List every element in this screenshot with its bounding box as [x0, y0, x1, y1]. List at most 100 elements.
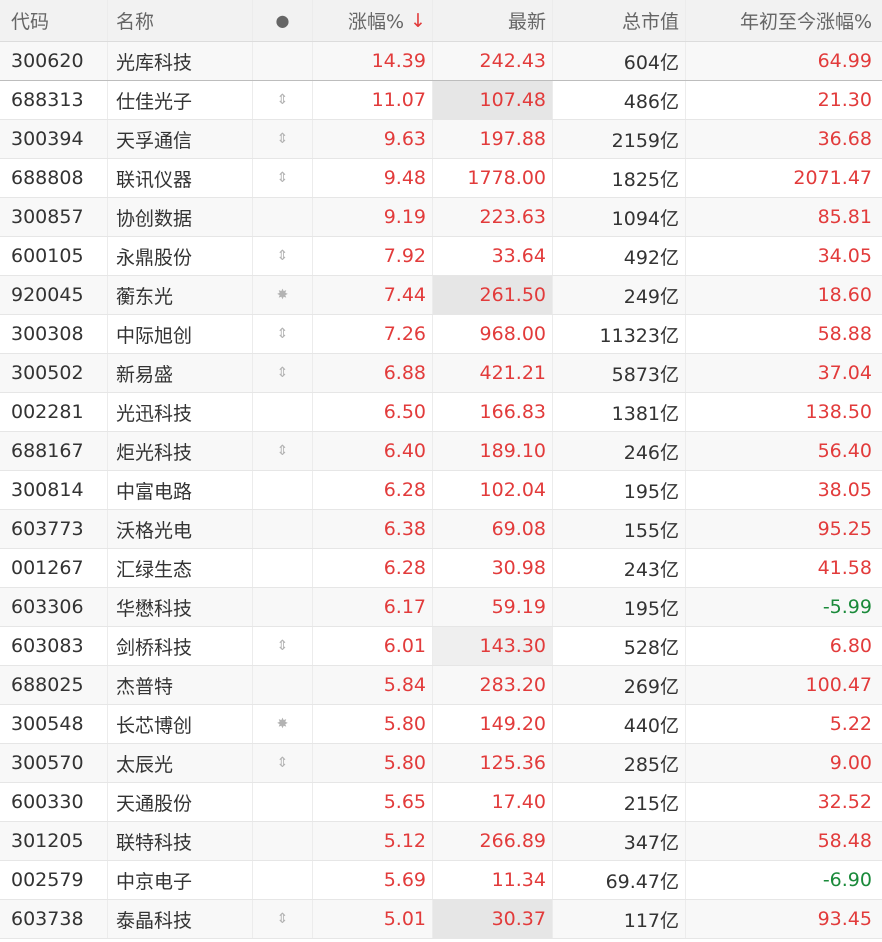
header-ytd[interactable]: 年初至今涨幅% — [686, 0, 882, 41]
change-pct: 6.88 — [383, 362, 426, 384]
stock-name: 长芯博创 — [116, 714, 193, 737]
last-price-cell: 33.64 — [433, 237, 553, 275]
ytd-change: 34.05 — [817, 245, 872, 267]
last-price: 421.21 — [479, 362, 546, 384]
table-row[interactable]: 603738 泰晶科技 ⇕ 5.01 30.37 117亿 93.45 — [0, 900, 882, 939]
last-price: 223.63 — [479, 206, 546, 228]
table-row[interactable]: 301205 联特科技 5.12 266.89 347亿 58.48 — [0, 822, 882, 861]
stock-code-cell: 300620 — [0, 42, 108, 80]
ytd-change: -5.99 — [822, 596, 872, 618]
market-cap-cell: 249亿 — [553, 276, 686, 314]
table-row[interactable]: 300857 协创数据 9.19 223.63 1094亿 85.81 — [0, 198, 882, 237]
stock-code-cell: 300814 — [0, 471, 108, 509]
change-pct-cell: 6.17 — [313, 588, 433, 626]
stock-code-cell: 603083 — [0, 627, 108, 665]
last-price-cell: 149.20 — [433, 705, 553, 743]
header-last[interactable]: 最新 — [433, 0, 553, 41]
change-pct: 7.26 — [383, 323, 426, 345]
stock-name: 杰普特 — [116, 675, 174, 698]
stock-name: 炬光科技 — [116, 441, 193, 464]
stock-name-cell: 杰普特 — [108, 666, 253, 704]
stock-code: 300502 — [11, 362, 84, 384]
last-price-cell: 17.40 — [433, 783, 553, 821]
ytd-change-cell: 6.80 — [686, 627, 882, 665]
table-row[interactable]: 002579 中京电子 5.69 11.34 69.47亿 -6.90 — [0, 861, 882, 900]
change-pct-cell: 5.12 — [313, 822, 433, 860]
stock-code-cell: 002579 — [0, 861, 108, 899]
table-row[interactable]: 603083 剑桥科技 ⇕ 6.01 143.30 528亿 6.80 — [0, 627, 882, 666]
margin-trading-icon-cell — [253, 198, 313, 236]
stock-code-cell: 603773 — [0, 510, 108, 548]
table-row[interactable]: 603773 沃格光电 6.38 69.08 155亿 95.25 — [0, 510, 882, 549]
table-row[interactable]: 688313 仕佳光子 ⇕ 11.07 107.48 486亿 21.30 — [0, 81, 882, 120]
market-cap: 117亿 — [623, 909, 679, 932]
table-row[interactable]: 300814 中富电路 6.28 102.04 195亿 38.05 — [0, 471, 882, 510]
header-code[interactable]: 代码 — [0, 0, 108, 41]
market-cap: 269亿 — [623, 675, 679, 698]
stock-name: 沃格光电 — [116, 519, 193, 542]
stock-code: 603738 — [11, 908, 84, 930]
header-name[interactable]: 名称 — [108, 0, 253, 41]
table-row[interactable]: 600105 永鼎股份 ⇕ 7.92 33.64 492亿 34.05 — [0, 237, 882, 276]
change-pct-cell: 9.48 — [313, 159, 433, 197]
stock-code-cell: 603738 — [0, 900, 108, 938]
stock-name: 中际旭创 — [116, 324, 193, 347]
table-row[interactable]: 600330 天通股份 5.65 17.40 215亿 32.52 — [0, 783, 882, 822]
market-cap: 528亿 — [623, 636, 679, 659]
table-row[interactable]: 300570 太辰光 ⇕ 5.80 125.36 285亿 9.00 — [0, 744, 882, 783]
market-cap-cell: 117亿 — [553, 900, 686, 938]
table-row[interactable]: 300548 长芯博创 ✸ 5.80 149.20 440亿 5.22 — [0, 705, 882, 744]
stock-code-cell: 300857 — [0, 198, 108, 236]
change-pct: 6.50 — [383, 401, 426, 423]
market-cap: 155亿 — [623, 519, 679, 542]
stock-name-cell: 仕佳光子 — [108, 81, 253, 119]
market-cap-cell: 1094亿 — [553, 198, 686, 236]
change-pct-cell: 7.92 — [313, 237, 433, 275]
header-change-pct-label: 涨幅% — [348, 11, 405, 33]
table-row[interactable]: 688167 炬光科技 ⇕ 6.40 189.10 246亿 56.40 — [0, 432, 882, 471]
table-row[interactable]: 300620 光库科技 14.39 242.43 604亿 64.99 — [0, 42, 882, 81]
stock-code-cell: 688025 — [0, 666, 108, 704]
last-price-cell: 102.04 — [433, 471, 553, 509]
change-pct-cell: 6.28 — [313, 549, 433, 587]
stock-name: 太辰光 — [116, 753, 174, 776]
last-price-cell: 30.37 — [433, 900, 553, 938]
last-price-cell: 1778.00 — [433, 159, 553, 197]
table-row[interactable]: 688025 杰普特 5.84 283.20 269亿 100.47 — [0, 666, 882, 705]
ytd-change: 85.81 — [817, 206, 872, 228]
stock-code: 002579 — [11, 869, 84, 891]
header-change-pct[interactable]: 涨幅% ↓ — [313, 0, 433, 41]
ytd-change: 5.22 — [829, 713, 872, 735]
table-row[interactable]: 300394 天孚通信 ⇕ 9.63 197.88 2159亿 36.68 — [0, 120, 882, 159]
change-pct: 6.01 — [383, 635, 426, 657]
change-pct-cell: 5.80 — [313, 744, 433, 782]
table-row[interactable]: 002281 光迅科技 6.50 166.83 1381亿 138.50 — [0, 393, 882, 432]
table-row[interactable]: 920045 蘅东光 ✸ 7.44 261.50 249亿 18.60 — [0, 276, 882, 315]
table-row[interactable]: 603306 华懋科技 6.17 59.19 195亿 -5.99 — [0, 588, 882, 627]
last-price: 125.36 — [479, 752, 546, 774]
stock-code-cell: 688808 — [0, 159, 108, 197]
ytd-change-cell: 56.40 — [686, 432, 882, 470]
stock-name: 联特科技 — [116, 831, 193, 854]
stock-code: 688025 — [11, 674, 84, 696]
table-row[interactable]: 001267 汇绿生态 6.28 30.98 243亿 41.58 — [0, 549, 882, 588]
table-header: 代码 名称 ● 涨幅% ↓ 最新 总市值 年初至今涨幅% — [0, 0, 882, 42]
header-name-label: 名称 — [116, 11, 155, 33]
header-last-label: 最新 — [507, 11, 546, 33]
margin-trading-icon-cell — [253, 783, 313, 821]
change-pct: 5.01 — [383, 908, 426, 930]
change-pct: 6.28 — [383, 479, 426, 501]
market-cap-cell: 604亿 — [553, 42, 686, 80]
ytd-change-cell: 36.68 — [686, 120, 882, 158]
table-row[interactable]: 300308 中际旭创 ⇕ 7.26 968.00 11323亿 58.88 — [0, 315, 882, 354]
stock-name-cell: 中富电路 — [108, 471, 253, 509]
table-row[interactable]: 300502 新易盛 ⇕ 6.88 421.21 5873亿 37.04 — [0, 354, 882, 393]
header-market-cap[interactable]: 总市值 — [553, 0, 686, 41]
table-row[interactable]: 688808 联讯仪器 ⇕ 9.48 1778.00 1825亿 2071.47 — [0, 159, 882, 198]
market-cap-cell: 215亿 — [553, 783, 686, 821]
header-mark[interactable]: ● — [253, 0, 313, 41]
market-cap: 285亿 — [623, 753, 679, 776]
last-price-cell: 283.20 — [433, 666, 553, 704]
new-listing-icon: ✸ — [276, 716, 289, 732]
stock-code: 300857 — [11, 206, 84, 228]
